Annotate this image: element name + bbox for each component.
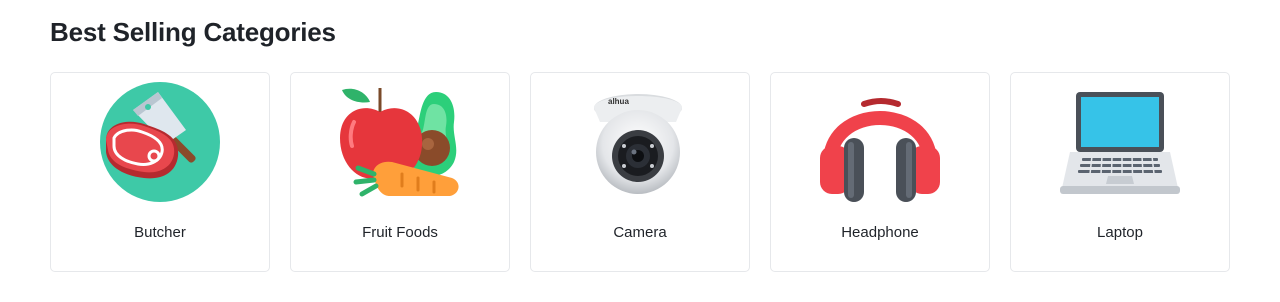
- headphone-icon: [820, 82, 940, 202]
- category-card-headphone[interactable]: Headphone: [770, 72, 990, 272]
- butcher-icon: [100, 82, 220, 202]
- camera-icon: alhua: [580, 82, 700, 202]
- category-card-camera[interactable]: alhua Camera: [530, 72, 750, 272]
- svg-text:alhua: alhua: [608, 97, 629, 106]
- category-card-butcher[interactable]: Butcher: [50, 72, 270, 272]
- category-label: Butcher: [134, 224, 186, 241]
- section-title: Best Selling Categories: [50, 17, 336, 47]
- category-card-laptop[interactable]: Laptop: [1010, 72, 1230, 272]
- category-label: Headphone: [841, 224, 919, 241]
- category-list: Butcher Fruit Foods alhua Camera Headpho…: [50, 72, 1230, 272]
- fruit-foods-icon: [340, 82, 460, 202]
- category-label: Fruit Foods: [362, 224, 438, 241]
- category-card-fruit-foods[interactable]: Fruit Foods: [290, 72, 510, 272]
- laptop-icon: [1060, 82, 1180, 202]
- category-label: Laptop: [1097, 224, 1143, 241]
- category-label: Camera: [613, 224, 667, 241]
